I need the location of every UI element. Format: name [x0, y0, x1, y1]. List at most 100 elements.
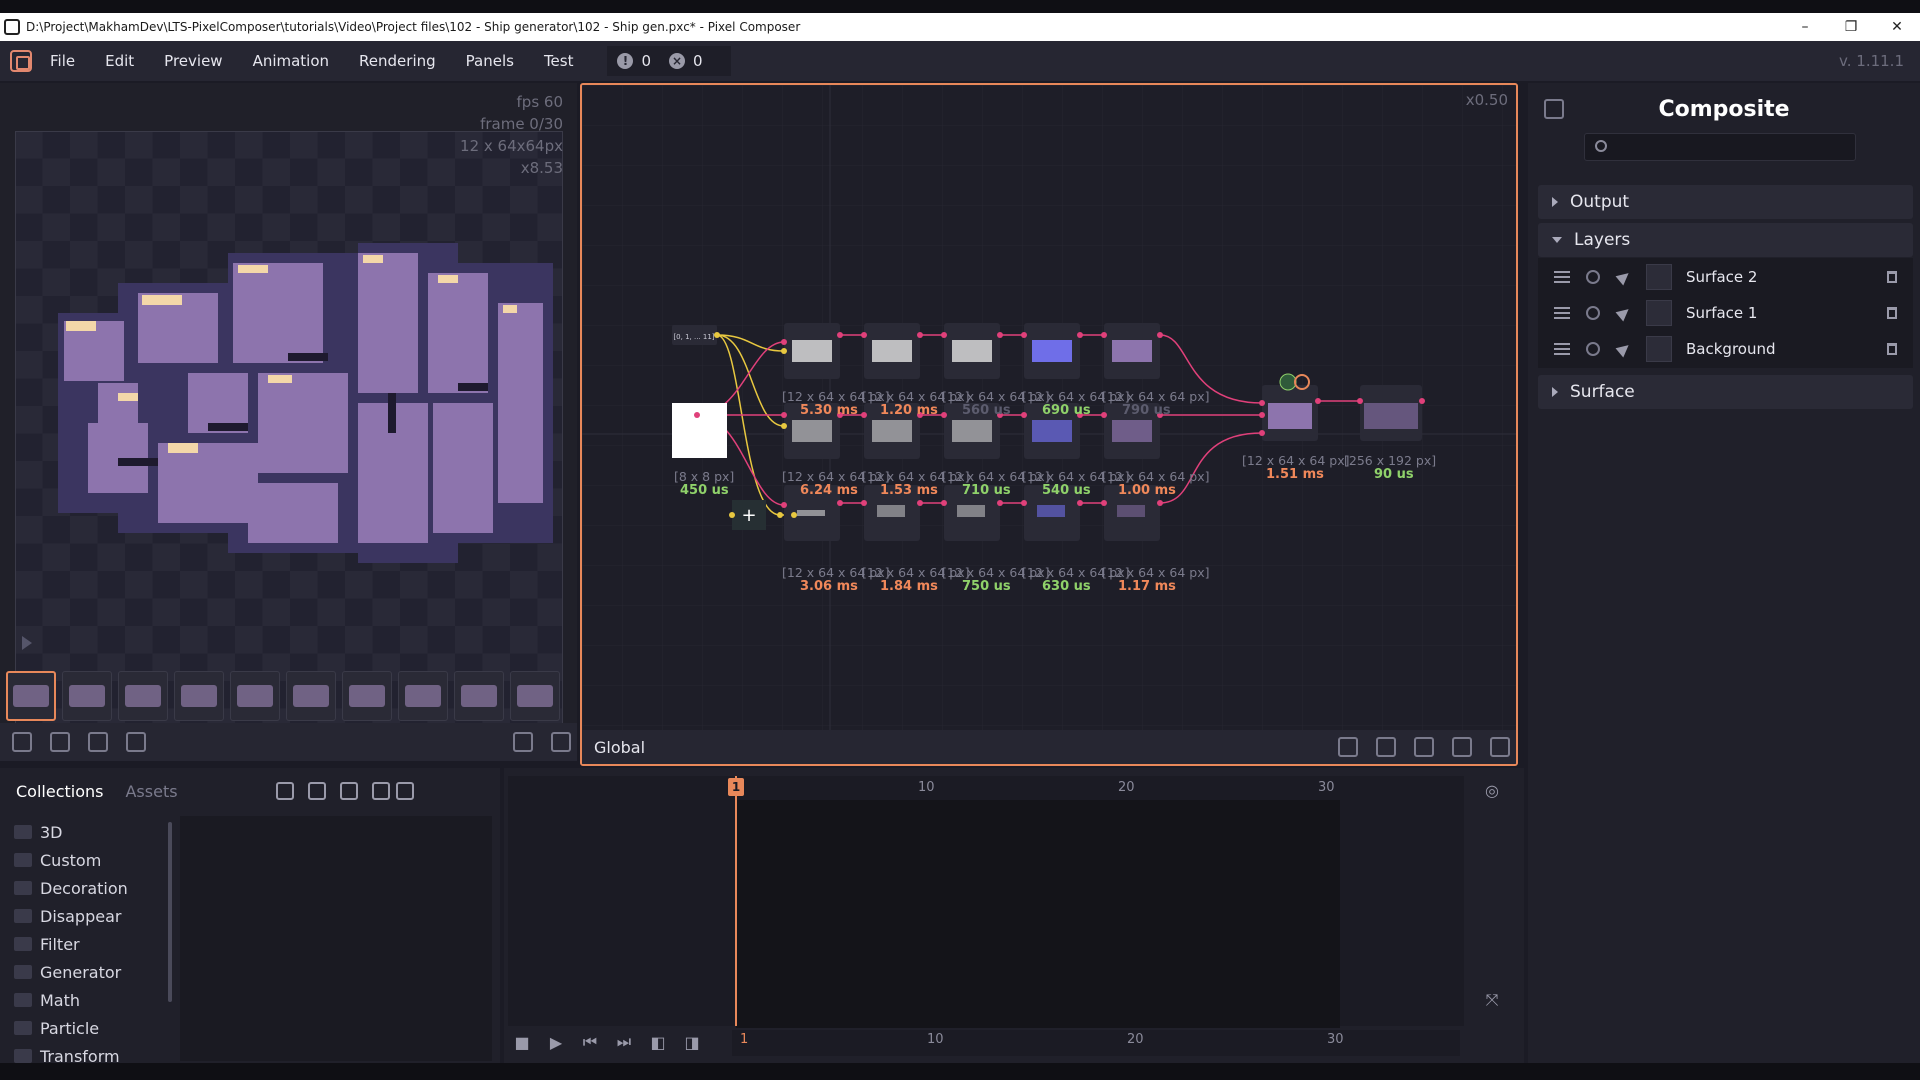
- graph-canvas[interactable]: [0, 1, ... 11] +: [582, 85, 1516, 764]
- playhead-frame-label[interactable]: 1: [728, 778, 744, 796]
- delete-icon[interactable]: [1887, 307, 1897, 319]
- link-icon[interactable]: [1338, 737, 1358, 757]
- stop-icon[interactable]: ■: [512, 1032, 532, 1052]
- frame-thumb[interactable]: [118, 671, 168, 721]
- previous-frame-icon[interactable]: ⏮: [580, 1032, 600, 1052]
- visibility-icon[interactable]: [1586, 270, 1600, 284]
- folder-item[interactable]: Custom: [14, 846, 164, 874]
- menu-edit[interactable]: Edit: [105, 52, 134, 70]
- minimap-icon[interactable]: [1452, 737, 1472, 757]
- drag-handle-icon[interactable]: [1554, 343, 1570, 355]
- menu-rendering[interactable]: Rendering: [359, 52, 436, 70]
- minimize-button[interactable]: –: [1782, 19, 1828, 35]
- section-surface[interactable]: Surface: [1538, 375, 1913, 409]
- folder-item[interactable]: Decoration: [14, 874, 164, 902]
- folder-item[interactable]: 3D: [14, 818, 164, 846]
- tab-collections[interactable]: Collections: [16, 782, 103, 801]
- menu-test[interactable]: Test: [544, 52, 574, 70]
- add-icon[interactable]: [372, 782, 390, 800]
- preview-panel[interactable]: fps 60 frame 0/30 12 x 64x64px x8.53: [0, 83, 577, 761]
- node-size-label: [256 x 192 px]: [1344, 453, 1437, 468]
- folder-icon: [14, 965, 32, 979]
- inspector-search-input[interactable]: [1584, 133, 1856, 161]
- timeline-settings-icon[interactable]: ◎: [1482, 780, 1502, 800]
- frame-thumb[interactable]: [230, 671, 280, 721]
- grid-icon[interactable]: [126, 732, 146, 752]
- maximize-button[interactable]: ❐: [1828, 19, 1874, 35]
- collection-content-area[interactable]: [180, 816, 492, 1061]
- add-folder-icon[interactable]: [340, 782, 358, 800]
- menu-file[interactable]: File: [50, 52, 75, 70]
- play-icon[interactable]: ▶: [546, 1032, 566, 1052]
- next-frame-icon[interactable]: ⏭: [614, 1032, 634, 1052]
- visibility-icon[interactable]: [1586, 306, 1600, 320]
- node-graph-panel[interactable]: [0, 1, ... 11] + [12 x 64 x 64 px] 5.30 …: [580, 83, 1518, 766]
- frame-thumb[interactable]: [286, 671, 336, 721]
- inspector-title: Composite: [1658, 97, 1790, 122]
- folder-item[interactable]: Filter: [14, 930, 164, 958]
- export-icon[interactable]: [513, 732, 533, 752]
- node-time-label: 5.30 ms: [800, 403, 858, 418]
- frame-thumb[interactable]: [510, 671, 560, 721]
- frame-thumb[interactable]: [62, 671, 112, 721]
- graph-context-label[interactable]: Global: [594, 738, 1326, 757]
- layer-row[interactable]: Surface 1: [1538, 296, 1913, 330]
- layer-row[interactable]: Surface 2: [1538, 260, 1913, 294]
- timeline-track-area[interactable]: 10 20 30 1: [508, 776, 1464, 1028]
- menu-preview[interactable]: Preview: [164, 52, 222, 70]
- timeline-scrubber[interactable]: 1 10 20 30: [732, 1030, 1460, 1056]
- frame-thumb[interactable]: [174, 671, 224, 721]
- node-size-label: [12 x 64 x 64 px]: [1102, 565, 1210, 580]
- collection-folder-list: 3D Custom Decoration Disappear Filter Ge…: [14, 818, 164, 1070]
- select-icon[interactable]: [1615, 304, 1633, 322]
- app-logo-icon[interactable]: [10, 50, 32, 72]
- preview-info: fps 60 frame 0/30 12 x 64x64px x8.53: [460, 91, 563, 179]
- frame-label: frame 0/30: [480, 115, 563, 133]
- collections-panel: Collections Assets 3D Custom Decoration …: [0, 768, 500, 1066]
- curve-icon[interactable]: [1414, 737, 1434, 757]
- center-view-icon[interactable]: [1490, 737, 1510, 757]
- section-layers[interactable]: Layers: [1538, 223, 1913, 257]
- frame-thumb[interactable]: [342, 671, 392, 721]
- window-title: D:\Project\MakhamDev\LTS-PixelComposer\t…: [26, 20, 801, 34]
- tab-assets[interactable]: Assets: [125, 782, 177, 801]
- refresh-icon[interactable]: [276, 782, 294, 800]
- background-icon[interactable]: [88, 732, 108, 752]
- grid-view-icon[interactable]: [396, 782, 414, 800]
- folder-label: Decoration: [40, 878, 128, 898]
- menu-animation[interactable]: Animation: [253, 52, 329, 70]
- drag-handle-icon[interactable]: [1554, 307, 1570, 319]
- lock-preview-icon[interactable]: [12, 732, 32, 752]
- node-time-label: 450 us: [680, 483, 729, 498]
- split-view-icon[interactable]: [50, 732, 70, 752]
- node-size-label: [12 x 64 x 64 px]: [1102, 469, 1210, 484]
- open-folder-icon[interactable]: [308, 782, 326, 800]
- close-button[interactable]: ✕: [1874, 19, 1920, 35]
- grid-icon[interactable]: [1376, 737, 1396, 757]
- folder-item[interactable]: Generator: [14, 958, 164, 986]
- folder-scrollbar[interactable]: [168, 822, 172, 1002]
- play-preview-icon[interactable]: [22, 636, 32, 650]
- frame-thumb[interactable]: [454, 671, 504, 721]
- center-view-icon[interactable]: [551, 732, 571, 752]
- layer-row[interactable]: Background: [1538, 332, 1913, 366]
- select-icon[interactable]: [1615, 340, 1633, 358]
- folder-item[interactable]: Particle: [14, 1014, 164, 1042]
- delete-icon[interactable]: [1887, 343, 1897, 355]
- timeline-fit-icon[interactable]: ⤧: [1482, 990, 1502, 1010]
- frame-thumb[interactable]: [398, 671, 448, 721]
- notification-counter[interactable]: ! 0 × 0: [607, 46, 731, 76]
- playhead[interactable]: [735, 776, 737, 1026]
- visibility-icon[interactable]: [1586, 342, 1600, 356]
- record-icon[interactable]: ◧: [648, 1032, 668, 1052]
- folder-item[interactable]: Disappear: [14, 902, 164, 930]
- drag-handle-icon[interactable]: [1554, 271, 1570, 283]
- menu-panels[interactable]: Panels: [466, 52, 514, 70]
- folder-item[interactable]: Math: [14, 986, 164, 1014]
- section-output[interactable]: Output: [1538, 185, 1913, 219]
- loop-icon[interactable]: ◨: [682, 1032, 702, 1052]
- select-icon[interactable]: [1615, 268, 1633, 286]
- graph-toolbar: Global: [582, 730, 1516, 764]
- delete-icon[interactable]: [1887, 271, 1897, 283]
- frame-thumb[interactable]: [6, 671, 56, 721]
